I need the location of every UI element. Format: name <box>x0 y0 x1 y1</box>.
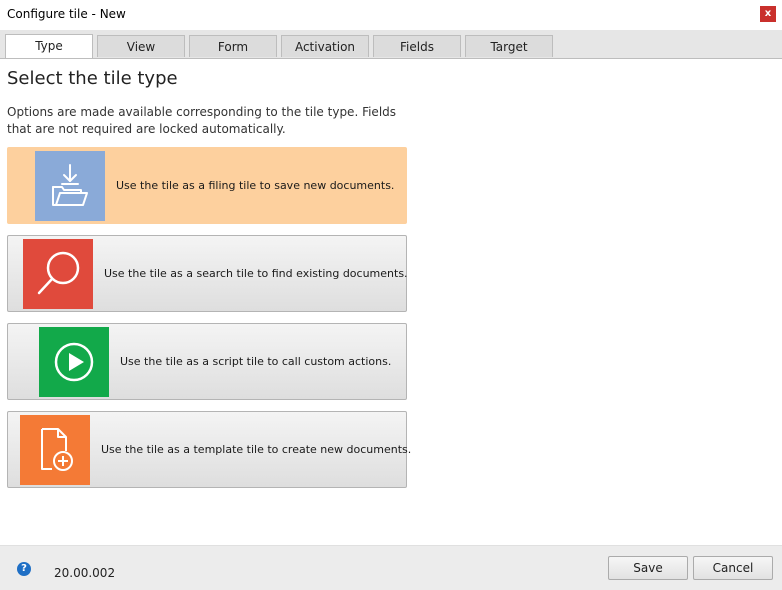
script-tile-label: Use the tile as a script tile to call cu… <box>120 355 392 368</box>
folder-download-icon <box>35 151 105 221</box>
tab-view[interactable]: View <box>97 35 185 57</box>
filing-tile-icon-box <box>35 151 105 221</box>
footer-bar: ? 20.00.002 Save Cancel <box>0 545 782 590</box>
magnifier-icon <box>23 239 93 309</box>
document-add-icon <box>20 415 90 485</box>
close-button[interactable]: x <box>760 6 776 22</box>
tab-fields[interactable]: Fields <box>373 35 461 57</box>
help-icon[interactable]: ? <box>17 562 31 576</box>
template-tile-icon-box <box>20 415 90 485</box>
search-tile-option[interactable]: Use the tile as a search tile to find ex… <box>7 235 408 312</box>
filing-tile-label: Use the tile as a filing tile to save ne… <box>116 179 395 192</box>
save-button[interactable]: Save <box>608 556 688 580</box>
tab-type[interactable]: Type <box>5 34 93 58</box>
tab-activation[interactable]: Activation <box>281 35 369 57</box>
tab-target[interactable]: Target <box>465 35 553 57</box>
filing-tile-option[interactable]: Use the tile as a filing tile to save ne… <box>7 147 407 224</box>
page-description: Options are made available corresponding… <box>7 105 397 136</box>
page-title: Select the tile type <box>7 68 178 89</box>
template-tile-option[interactable]: Use the tile as a template tile to creat… <box>7 411 411 488</box>
cancel-button[interactable]: Cancel <box>693 556 773 580</box>
version-label: 20.00.002 <box>54 566 116 580</box>
play-icon <box>39 327 109 397</box>
tab-strip: Type View Form Activation Fields Target <box>0 30 782 59</box>
script-tile-option[interactable]: Use the tile as a script tile to call cu… <box>7 323 407 400</box>
script-tile-icon-box <box>39 327 109 397</box>
template-tile-label: Use the tile as a template tile to creat… <box>101 443 412 456</box>
search-tile-label: Use the tile as a search tile to find ex… <box>104 267 408 280</box>
title-bar: Configure tile - New x <box>0 0 782 30</box>
tab-form[interactable]: Form <box>189 35 277 57</box>
search-tile-icon-box <box>23 239 93 309</box>
window-title: Configure tile - New <box>7 7 126 21</box>
